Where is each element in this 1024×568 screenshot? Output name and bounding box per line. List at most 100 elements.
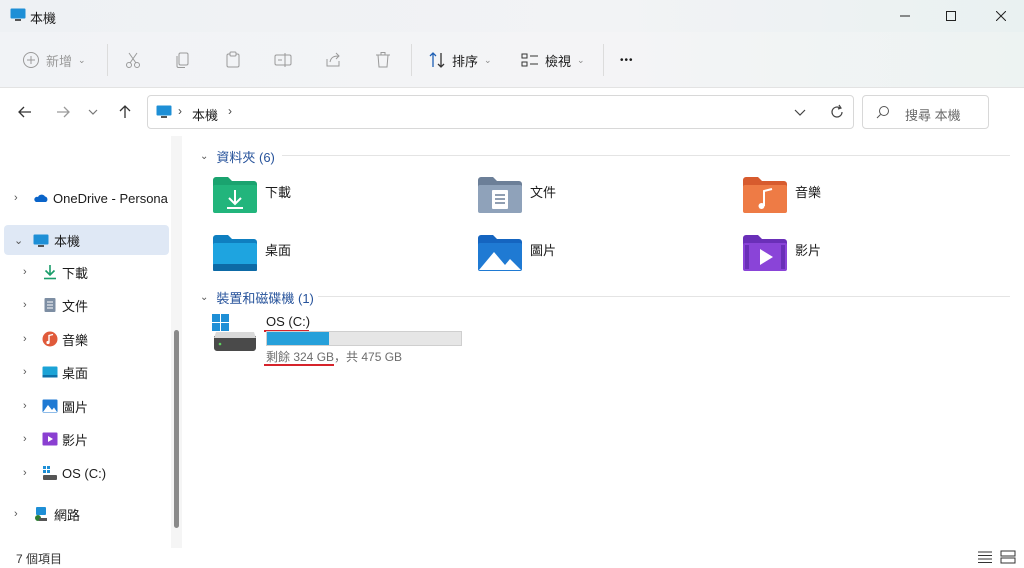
details-view-icon[interactable]	[977, 550, 993, 564]
sidebar-scrollbar-thumb[interactable]	[174, 330, 179, 528]
paste-button[interactable]	[224, 46, 242, 74]
videos-folder-icon	[743, 235, 787, 271]
up-button[interactable]	[113, 100, 137, 124]
tiles-view-icon[interactable]	[1000, 550, 1016, 564]
chevron-down-icon	[88, 109, 98, 115]
rename-button[interactable]	[274, 46, 292, 74]
delete-button[interactable]	[374, 46, 392, 74]
arrow-right-icon	[57, 106, 70, 118]
cut-button[interactable]	[124, 46, 142, 74]
chevron-down-icon: ⌄	[200, 292, 209, 303]
plus-circle-icon	[23, 52, 39, 68]
breadcrumb-this-pc[interactable]: 本機	[192, 105, 218, 124]
drive-space-text: 剩餘 324 GB，共 475 GB	[266, 348, 402, 365]
new-button[interactable]: 新增 ⌄	[22, 46, 86, 74]
chevron-right-icon: ›	[178, 104, 182, 118]
sidebar-item-label: 桌面	[62, 365, 89, 381]
forward-button[interactable]	[51, 100, 75, 124]
item-count: 7 個項目	[16, 552, 63, 566]
drive-total-space: ，共 475 GB	[334, 350, 403, 364]
onedrive-icon	[34, 194, 48, 202]
sidebar-item-this-pc[interactable]: ⌄ 本機	[4, 225, 169, 255]
folder-label: 影片	[795, 243, 822, 258]
hard-drive-icon	[212, 314, 256, 351]
sidebar-item-label: 網路	[54, 507, 81, 523]
navigation-pane: › OneDrive - Persona ⌄ 本機 › 下載 › 文件 › 音樂…	[0, 136, 186, 548]
folder-documents[interactable]: 文件	[477, 176, 737, 226]
sidebar-item-label: OneDrive - Persona	[53, 190, 168, 206]
chevron-right-icon[interactable]: ›	[23, 467, 27, 479]
group-divider	[318, 296, 1010, 297]
chevron-down-icon[interactable]: ⌄	[14, 234, 23, 247]
devices-group-header[interactable]: ⌄ 裝置和磁碟機 (1)	[200, 288, 314, 307]
close-icon	[996, 11, 1006, 21]
sort-icon	[429, 52, 445, 68]
chevron-right-icon[interactable]: ›	[23, 366, 27, 378]
sidebar-item-desktop[interactable]: › 桌面	[4, 357, 169, 387]
address-bar[interactable]: › 本機 ›	[147, 95, 854, 129]
refresh-button[interactable]	[829, 104, 845, 123]
this-pc-icon	[33, 234, 49, 247]
sidebar-item-label: 文件	[62, 298, 89, 314]
chevron-down-icon: ⌄	[577, 54, 585, 65]
folder-music[interactable]: 音樂	[742, 176, 1002, 226]
drive-os-c[interactable]: OS (C:) 剩餘 324 GB，共 475 GB	[212, 311, 472, 371]
pictures-icon	[42, 399, 58, 413]
chevron-right-icon[interactable]: ›	[23, 299, 27, 311]
red-underline-annotation	[264, 364, 334, 366]
sidebar-item-onedrive[interactable]: › OneDrive - Persona	[4, 183, 169, 213]
search-box[interactable]: 搜尋 本機	[862, 95, 989, 129]
more-options-button[interactable]: •••	[620, 46, 634, 74]
copy-button[interactable]	[174, 46, 192, 74]
close-button[interactable]	[978, 0, 1024, 32]
content-pane: ⌄ 資料夾 (6) 下載 文件 音樂 桌面 圖片 影片 ⌄ 裝置和磁碟機 (1)…	[190, 136, 1024, 548]
folder-desktop[interactable]: 桌面	[212, 234, 472, 284]
sidebar-item-label: 影片	[62, 432, 89, 448]
drive-usage-fill	[267, 332, 330, 345]
folder-label: 文件	[530, 185, 557, 200]
sort-button[interactable]: 排序 ⌄	[428, 46, 492, 74]
sidebar-item-os-drive[interactable]: › OS (C:)	[4, 458, 169, 488]
chevron-right-icon[interactable]: ›	[23, 433, 27, 445]
window-title: 本機	[30, 11, 57, 26]
sidebar-item-downloads[interactable]: › 下載	[4, 257, 169, 287]
status-bar: 7 個項目	[0, 548, 1024, 568]
chevron-right-icon[interactable]: ›	[23, 266, 27, 278]
sidebar-item-documents[interactable]: › 文件	[4, 290, 169, 320]
back-button[interactable]	[13, 100, 37, 124]
recent-locations-button[interactable]	[81, 100, 105, 124]
downloads-folder-icon	[213, 177, 257, 213]
share-icon	[326, 52, 340, 67]
pictures-folder-icon	[478, 235, 522, 271]
desktop-icon	[42, 366, 58, 378]
divider	[411, 44, 412, 76]
maximize-button[interactable]	[928, 0, 974, 32]
folder-downloads[interactable]: 下載	[212, 176, 472, 226]
chevron-down-icon: ⌄	[78, 54, 86, 65]
group-divider	[282, 155, 1010, 156]
chevron-right-icon[interactable]: ›	[14, 508, 18, 520]
chevron-right-icon[interactable]: ›	[14, 192, 18, 204]
desktop-folder-icon	[213, 235, 257, 271]
chevron-right-icon[interactable]: ›	[23, 333, 27, 345]
clipboard-icon	[226, 51, 240, 68]
drive-icon	[43, 466, 57, 480]
chevron-right-icon[interactable]: ›	[23, 400, 27, 412]
folder-videos[interactable]: 影片	[742, 234, 1002, 284]
sidebar-item-music[interactable]: › 音樂	[4, 324, 169, 354]
address-dropdown-button[interactable]	[793, 105, 807, 122]
minimize-button[interactable]	[882, 0, 928, 32]
chevron-right-icon[interactable]: ›	[228, 104, 232, 118]
sidebar-item-network[interactable]: › 網路	[4, 499, 169, 529]
this-pc-icon	[156, 105, 172, 118]
view-button[interactable]: 檢視 ⌄	[521, 46, 585, 74]
search-icon	[876, 106, 889, 119]
command-bar: 新增 ⌄ 排序 ⌄ 檢視 ⌄ •••	[0, 32, 1024, 88]
share-button[interactable]	[324, 46, 342, 74]
folder-pictures[interactable]: 圖片	[477, 234, 737, 284]
folder-label: 桌面	[265, 243, 292, 258]
sidebar-item-pictures[interactable]: › 圖片	[4, 391, 169, 421]
folder-label: 音樂	[795, 185, 822, 200]
folders-group-header[interactable]: ⌄ 資料夾 (6)	[200, 147, 275, 166]
sidebar-item-videos[interactable]: › 影片	[4, 424, 169, 454]
